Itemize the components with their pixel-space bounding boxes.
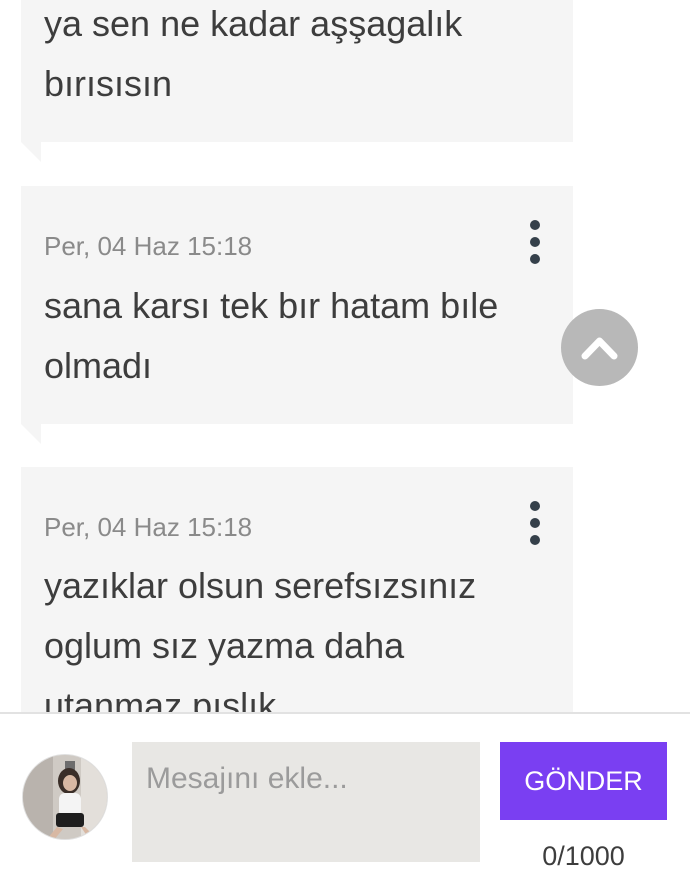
- more-options-icon[interactable]: [525, 501, 545, 545]
- message-timestamp: Per, 04 Haz 15:18: [44, 231, 253, 261]
- message-line: bırısısın: [44, 63, 173, 104]
- message-line: ya sen ne kadar aşşagalık: [44, 3, 463, 44]
- scroll-to-top-button[interactable]: [561, 309, 638, 386]
- send-button[interactable]: GÖNDER: [500, 742, 667, 820]
- message-text: ya sen ne kadar aşşagalık bırısısın: [44, 0, 544, 114]
- message-text: sana karsı tek bır hatam bıle olmadı: [44, 276, 544, 396]
- message-line: sana karsı tek bır hatam bıle: [44, 285, 499, 326]
- avatar-photo: [23, 755, 107, 839]
- bubble-tail: [21, 424, 41, 444]
- message-composer: GÖNDER 0/1000: [0, 712, 690, 879]
- message-bubble: Per, 04 Haz 15:18 sana karsı tek bır hat…: [21, 186, 573, 444]
- message-timestamp: Per, 04 Haz 15:18: [44, 512, 253, 542]
- user-avatar[interactable]: [22, 754, 108, 840]
- message-text: yazıklar olsun serefsızsınız oglum sız y…: [44, 556, 544, 736]
- message-input[interactable]: [132, 742, 480, 862]
- chevron-up-icon: [581, 337, 618, 360]
- bubble-tail: [21, 142, 41, 162]
- character-counter: 0/1000: [542, 841, 625, 871]
- message-line: olmadı: [44, 345, 153, 386]
- more-options-icon[interactable]: [525, 220, 545, 264]
- message-line: yazıklar olsun serefsızsınız: [44, 565, 477, 606]
- message-bubble: ya sen ne kadar aşşagalık bırısısın: [21, 0, 573, 162]
- message-line: oglum sız yazma daha: [44, 625, 405, 666]
